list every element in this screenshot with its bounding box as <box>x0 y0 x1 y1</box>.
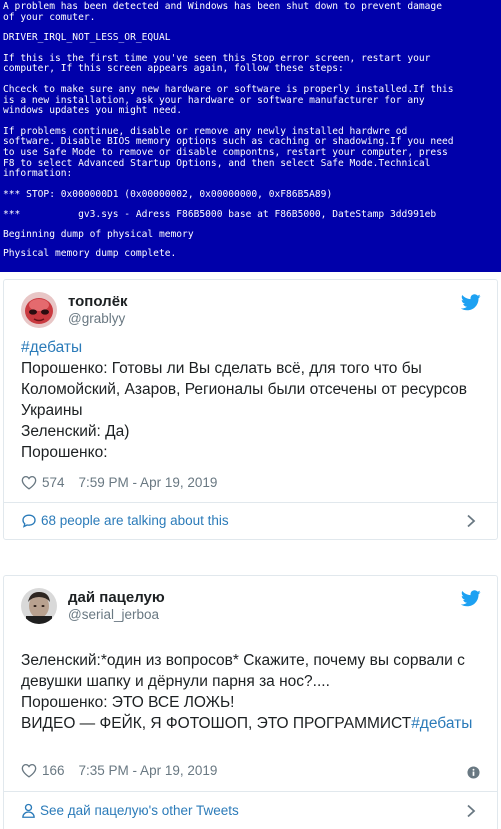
user-handle[interactable]: @serial_jerboa <box>68 607 159 622</box>
bsod-line: F8 to select Advanced Startup Options, a… <box>3 157 431 169</box>
twitter-bird-icon[interactable] <box>461 294 481 311</box>
user-display-name[interactable]: тополёк <box>68 293 128 310</box>
heart-icon[interactable] <box>21 475 37 490</box>
tweet-header: тополёк @grablyy <box>21 292 481 332</box>
divider <box>4 502 497 503</box>
bsod-line: information: <box>3 168 73 180</box>
tweet-line: Порошенко: Готовы ли Вы сделать всё, для… <box>21 360 468 419</box>
tweet-text: Зеленский:*один из вопросов* Скажите, по… <box>21 650 483 734</box>
tweet-line: Зеленский: Да) <box>21 423 130 440</box>
other-tweets-label[interactable]: See дай пацелую's other Tweets <box>40 803 239 818</box>
tweet-card[interactable]: тополёк @grablyy #дебаты Порошенко: Гото… <box>3 279 498 540</box>
bsod-line: DRIVER_IRQL_NOT_LESS_OR_EQUAL <box>3 32 171 44</box>
avatar-image <box>21 588 57 624</box>
comment-icon <box>22 514 36 528</box>
bsod-line: to use Safe Mode to remove or disable co… <box>3 146 448 158</box>
divider <box>4 791 497 792</box>
other-tweets-link[interactable]: See дай пацелую's other Tweets <box>21 803 480 818</box>
bsod-paragraph: Beginning dump of physical memory <box>3 228 498 241</box>
bsod-line: windows updates you might need. <box>3 105 183 117</box>
bsod-paragraph: Chceck to make sure any new hardware or … <box>3 83 498 117</box>
tweet-text: #дебаты Порошенко: Готовы ли Вы сделать … <box>21 337 483 463</box>
user-handle[interactable]: @grablyy <box>68 311 125 326</box>
bsod-line: Physical memory dump complete. <box>3 247 177 259</box>
bsod-line: Chceck to make sure any new hardware or … <box>3 83 454 95</box>
hashtag-link[interactable]: #дебаты <box>411 715 472 732</box>
twitter-bird-icon[interactable] <box>461 590 481 607</box>
tweet-line: Порошенко: ЭТО ВСЕ ЛОЖЬ! <box>21 694 235 711</box>
conversation-link[interactable]: 68 people are talking about this <box>21 513 480 528</box>
user-display-name[interactable]: дай пацелую <box>68 589 165 606</box>
bsod-line: *** gv3.sys - Adress F86B5000 base at F8… <box>3 209 437 221</box>
bsod-line: Beginning dump of physical memory <box>3 228 194 240</box>
bsod-paragraph: DRIVER_IRQL_NOT_LESS_OR_EQUAL <box>3 33 498 44</box>
conversation-label[interactable]: 68 people are talking about this <box>41 513 229 528</box>
bsod-line: computer, If this screen appears again, … <box>3 63 344 75</box>
tweet-line: Порошенко: <box>21 444 108 461</box>
tweet-meta: 166 7:35 PM - Apr 19, 2019 <box>21 763 217 778</box>
like-count[interactable]: 574 <box>42 475 65 490</box>
bsod-line: *** STOP: 0x000000D1 (0x00000002, 0x0000… <box>3 188 333 200</box>
tweet-line: ВИДЕО — ФЕЙК, Я ФОТОШОП, ЭТО ПРОГРАММИСТ… <box>21 713 483 734</box>
bsod-line: of your comuter. <box>3 11 96 23</box>
bsod-paragraph: A problem has been detected and Windows … <box>3 1 498 23</box>
tweet-timestamp[interactable]: 7:35 PM - Apr 19, 2019 <box>79 763 218 778</box>
like-count[interactable]: 166 <box>42 763 65 778</box>
tweet-timestamp[interactable]: 7:59 PM - Apr 19, 2019 <box>79 475 218 490</box>
tweet-line-text: ВИДЕО — ФЕЙК, Я ФОТОШОП, ЭТО ПРОГРАММИСТ <box>21 715 412 732</box>
avatar-image <box>21 292 57 328</box>
bsod-screen: A problem has been detected and Windows … <box>0 0 501 272</box>
chevron-right-icon[interactable] <box>466 514 476 528</box>
bsod-paragraph: *** gv3.sys - Adress F86B5000 base at F8… <box>3 210 498 221</box>
avatar[interactable] <box>21 588 57 624</box>
tweet-line: Зеленский:*один из вопросов* Скажите, по… <box>21 652 465 690</box>
tweet-meta: 574 7:59 PM - Apr 19, 2019 <box>21 475 217 490</box>
bsod-line: A problem has been detected and Windows … <box>3 1 442 12</box>
tweet-header: дай пацелую @serial_jerboa <box>21 588 481 628</box>
info-icon[interactable] <box>467 766 480 779</box>
heart-icon[interactable] <box>21 763 37 778</box>
bsod-paragraph: *** STOP: 0x000000D1 (0x00000002, 0x0000… <box>3 188 498 201</box>
avatar[interactable] <box>21 292 57 328</box>
chevron-right-icon[interactable] <box>466 804 476 818</box>
bsod-paragraph: If problems continue, disable or remove … <box>3 126 498 180</box>
bsod-paragraph: Physical memory dump complete. <box>3 247 498 260</box>
person-icon <box>22 803 35 818</box>
hashtag-link[interactable]: #дебаты <box>21 337 483 358</box>
bsod-paragraph: If this is the first time you've seen th… <box>3 53 498 75</box>
tweet-card[interactable]: дай пацелую @serial_jerboa Зеленский:*од… <box>3 575 498 829</box>
